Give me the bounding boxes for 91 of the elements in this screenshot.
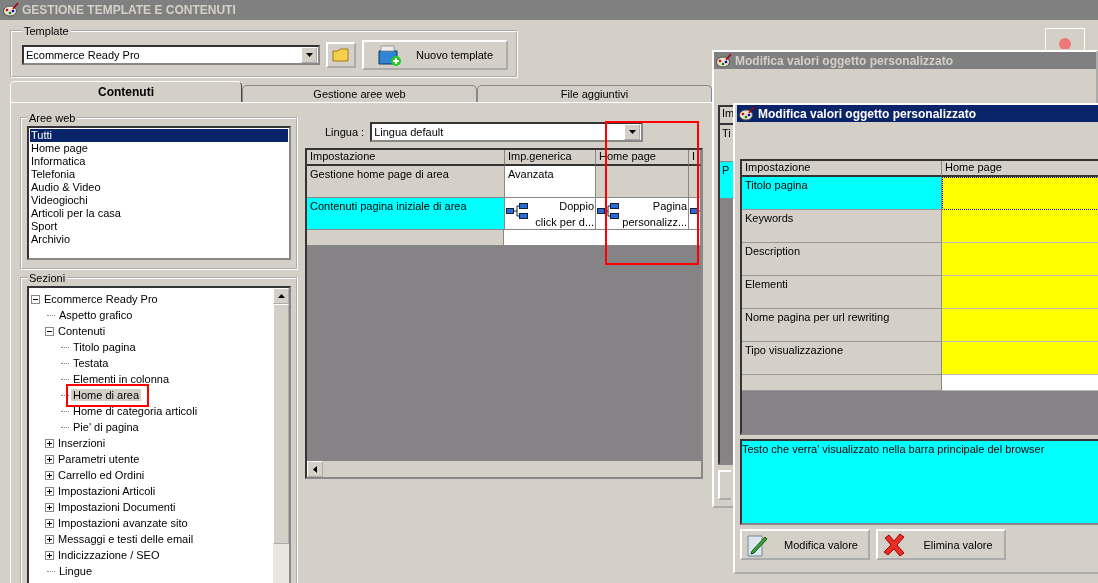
dropdown-arrow-icon [305, 53, 313, 57]
window-title: GESTIONE TEMPLATE E CONTENUTI [22, 3, 236, 17]
tree-item[interactable]: Ecommerce Ready Pro [42, 293, 160, 305]
table-cell: Description [742, 243, 942, 276]
tree-item[interactable]: Impostazioni Documenti [56, 501, 178, 513]
dropdown-button[interactable] [624, 124, 641, 140]
list-item[interactable]: Audio & Video [30, 181, 288, 194]
table-cell: Nome pagina per url rewriting [742, 309, 942, 342]
value-field[interactable] [942, 276, 1098, 309]
list-item[interactable]: Sport [30, 220, 288, 233]
column-header: Home page [942, 161, 1098, 177]
tab[interactable]: Gestione aree web [242, 85, 477, 102]
cell-text: Pagina personalizz... [621, 199, 688, 229]
table-cell: Avanzata [504, 166, 596, 198]
table-cell: Gestione home page di area [307, 166, 505, 198]
language-dropdown[interactable]: Lingua default [370, 122, 644, 142]
delete-button[interactable]: Elimina valore [876, 529, 1006, 560]
table-cell: Contenuti pagina iniziale di area [307, 198, 505, 230]
expand-icon[interactable] [45, 502, 54, 512]
app-icon [3, 3, 19, 17]
app-icon [716, 53, 732, 68]
expand-icon[interactable] [45, 486, 54, 496]
expand-icon[interactable] [45, 518, 54, 528]
column-header: Impostazione [307, 150, 505, 166]
dialog-title: Modifica valori oggetto personalizzato [735, 53, 954, 68]
collapse-icon[interactable] [45, 326, 54, 336]
expand-icon[interactable] [45, 454, 54, 464]
scrollbar[interactable] [307, 461, 701, 477]
hierarchy-icon [506, 203, 528, 220]
tree-item[interactable]: Inserzioni [56, 437, 108, 449]
tree-item[interactable]: Contenuti [56, 325, 108, 337]
expand-icon[interactable] [45, 470, 54, 480]
table-cell: Elementi [742, 276, 942, 309]
cell-text: Doppio click per d... [534, 199, 595, 229]
tree-item[interactable]: Indicizzazione / SEO [56, 549, 162, 561]
value-field[interactable] [942, 177, 1098, 210]
list-item[interactable]: Videogiochi [30, 194, 288, 207]
value-field[interactable] [942, 210, 1098, 243]
scroll-left-icon[interactable] [313, 465, 317, 473]
list-item[interactable]: Tutti [30, 129, 288, 142]
new-template-button[interactable]: Nuovo template [362, 40, 508, 70]
scrollbar[interactable] [273, 288, 289, 583]
list-item[interactable]: Archivio [30, 233, 288, 246]
edit-icon [746, 532, 768, 557]
folder-icon [332, 48, 350, 62]
tree-item[interactable]: Impostazioni Articoli [56, 485, 158, 497]
tree-item[interactable]: Aspetto grafico [57, 309, 135, 321]
group-label: Aree web [28, 112, 77, 124]
list-item[interactable]: Informatica [30, 155, 288, 168]
tree-item[interactable]: Elementi in colonna [71, 373, 171, 385]
dropdown-button[interactable] [301, 47, 317, 63]
list-item[interactable]: Home page [30, 142, 288, 155]
tab[interactable]: Contenuti [10, 81, 242, 102]
tree-item[interactable]: Home di categoria articoli [71, 405, 200, 417]
field-label: Lingua : [325, 126, 365, 138]
list-item[interactable]: Articoli per la casa [30, 207, 288, 220]
box-plus-icon [376, 43, 402, 67]
column-header: Impostazione [742, 161, 942, 177]
scroll-up-icon[interactable] [277, 294, 285, 298]
table-cell: Keywords [742, 210, 942, 243]
template-dropdown[interactable]: Ecommerce Ready Pro [22, 45, 320, 65]
tree-item[interactable]: Parametri utente [56, 453, 142, 465]
column-header: Imp.generica [504, 150, 597, 166]
tree-item[interactable]: Impostazioni avanzate sito [56, 517, 190, 529]
group-label: Template [23, 25, 70, 37]
list-item[interactable]: Telefonia [30, 168, 288, 181]
tab[interactable]: File aggiuntivi [477, 85, 712, 102]
close-icon [882, 532, 906, 557]
table-cell: Tipo visualizzazione [742, 342, 942, 375]
tree-item[interactable]: Pie' di pagina [71, 421, 141, 433]
tree-item[interactable]: Lingue [57, 565, 95, 577]
tree-item[interactable]: Home di area [71, 389, 142, 401]
expand-icon[interactable] [45, 550, 54, 560]
group-label: Sezioni [28, 272, 67, 284]
tree-item[interactable]: Titolo pagina [71, 341, 138, 353]
dropdown-arrow-icon [628, 130, 636, 134]
app-icon [739, 106, 755, 121]
tree-item[interactable]: Messaggi e testi delle email [56, 533, 196, 545]
value-field[interactable] [942, 309, 1098, 342]
description-text: Testo che verra' visualizzato nella barra principale del browser [740, 439, 1098, 525]
value-field[interactable] [942, 243, 1098, 276]
value-field[interactable] [942, 342, 1098, 375]
dialog-title: Modifica valori oggetto personalizzato [758, 106, 977, 121]
hierarchy-icon [597, 203, 620, 220]
table-cell: Titolo pagina [742, 177, 942, 210]
edit-button[interactable]: Modifica valore [740, 529, 870, 560]
collapse-icon[interactable] [31, 294, 40, 304]
expand-icon[interactable] [45, 534, 54, 544]
expand-icon[interactable] [45, 438, 54, 448]
tree-item[interactable]: Carrello ed Ordini [56, 469, 147, 481]
tree-item[interactable]: Testata [71, 357, 111, 369]
